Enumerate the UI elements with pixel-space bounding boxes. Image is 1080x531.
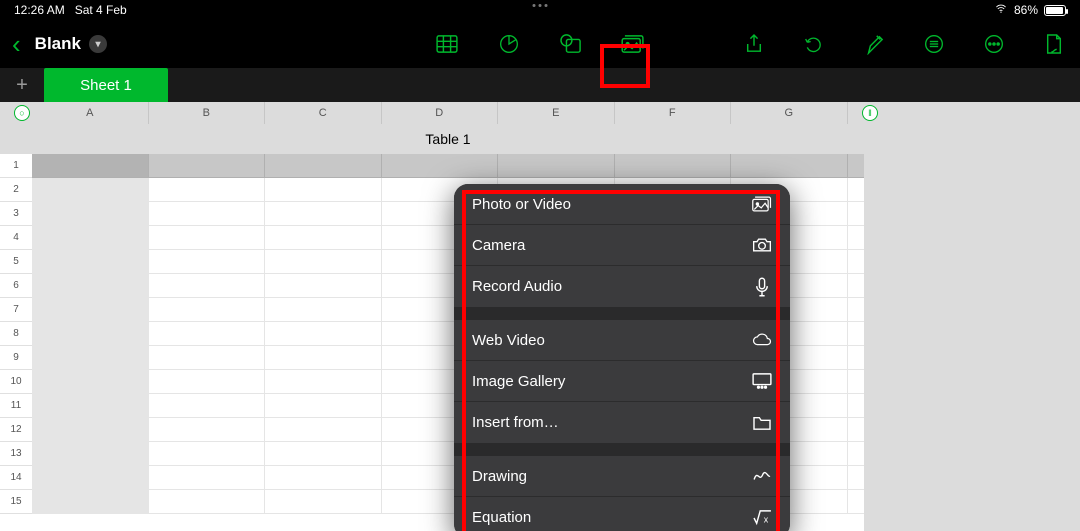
insert-media-popover: Photo or Video Camera Record Audio Web V… xyxy=(454,184,790,531)
popover-camera[interactable]: Camera xyxy=(454,225,790,266)
row-14[interactable]: 14 xyxy=(0,466,32,490)
folder-icon xyxy=(752,413,772,433)
equation-icon: x xyxy=(752,508,772,528)
cloud-icon xyxy=(752,330,772,350)
gallery-icon xyxy=(752,371,772,391)
popover-label: Camera xyxy=(472,237,525,254)
app-toolbar: ‹ Blank ▾ xyxy=(0,20,1080,68)
scribble-icon xyxy=(752,466,772,486)
battery-icon xyxy=(1044,5,1066,16)
photo-icon xyxy=(752,194,772,214)
row-3[interactable]: 3 xyxy=(0,202,32,226)
row-9[interactable]: 9 xyxy=(0,346,32,370)
battery-percent: 86% xyxy=(1014,3,1038,17)
more-icon[interactable] xyxy=(980,30,1008,58)
chevron-down-icon[interactable]: ▾ xyxy=(89,35,107,53)
popover-label: Insert from… xyxy=(472,414,559,431)
popover-label: Equation xyxy=(472,509,531,526)
row-4[interactable]: 4 xyxy=(0,226,32,250)
popover-label: Web Video xyxy=(472,332,545,349)
row-15[interactable]: 15 xyxy=(0,490,32,514)
status-date: Sat 4 Feb xyxy=(75,3,127,17)
column-headers: A B C D E F G xyxy=(0,102,1080,124)
row-8[interactable]: 8 xyxy=(0,322,32,346)
new-sheet-icon[interactable] xyxy=(1040,30,1068,58)
popover-image-gallery[interactable]: Image Gallery xyxy=(454,361,790,402)
col-header-g[interactable]: G xyxy=(731,102,848,124)
row-5[interactable]: 5 xyxy=(0,250,32,274)
table-title[interactable]: Table 1 xyxy=(32,124,864,154)
row-11[interactable]: 11 xyxy=(0,394,32,418)
back-button[interactable]: ‹ xyxy=(12,29,21,60)
insert-shape-icon[interactable] xyxy=(557,30,585,58)
insert-chart-icon[interactable] xyxy=(495,30,523,58)
popover-photo-or-video[interactable]: Photo or Video xyxy=(454,184,790,225)
sheet-tab-1[interactable]: Sheet 1 xyxy=(44,68,168,102)
format-brush-icon[interactable] xyxy=(860,30,888,58)
wifi-icon xyxy=(994,3,1008,17)
popover-label: Photo or Video xyxy=(472,196,571,213)
camera-icon xyxy=(752,235,772,255)
insert-table-icon[interactable] xyxy=(433,30,461,58)
spreadsheet-area: A B C D E F G ○ ‖ Table 1 1 2 3 4 5 6 7 … xyxy=(0,102,1080,531)
row-6[interactable]: 6 xyxy=(0,274,32,298)
col-header-b[interactable]: B xyxy=(149,102,266,124)
status-time: 12:26 AM xyxy=(14,3,65,17)
popover-record-audio[interactable]: Record Audio xyxy=(454,266,790,307)
insert-media-icon[interactable] xyxy=(619,30,647,58)
document-title-text: Blank xyxy=(35,34,81,54)
row-13[interactable]: 13 xyxy=(0,442,32,466)
add-sheet-button[interactable]: + xyxy=(0,68,44,102)
row-7[interactable]: 7 xyxy=(0,298,32,322)
undo-icon[interactable] xyxy=(800,30,828,58)
row-12[interactable]: 12 xyxy=(0,418,32,442)
col-header-c[interactable]: C xyxy=(265,102,382,124)
popover-label: Record Audio xyxy=(472,278,562,295)
table-header-row[interactable] xyxy=(32,154,864,178)
col-header-e[interactable]: E xyxy=(498,102,615,124)
col-header-d[interactable]: D xyxy=(382,102,499,124)
row-number-gutter: 1 2 3 4 5 6 7 8 9 10 11 12 13 14 15 xyxy=(0,154,32,531)
popover-drawing[interactable]: Drawing xyxy=(454,456,790,497)
popover-equation[interactable]: Equation x xyxy=(454,497,790,531)
table-origin-handle[interactable]: ○ xyxy=(14,105,30,121)
svg-text:x: x xyxy=(764,514,769,524)
row-1[interactable]: 1 xyxy=(0,154,32,178)
sheet-tab-bar: + Sheet 1 xyxy=(0,68,1080,102)
popover-insert-from[interactable]: Insert from… xyxy=(454,402,790,443)
add-column-handle[interactable]: ‖ xyxy=(862,105,878,121)
popover-label: Drawing xyxy=(472,468,527,485)
popover-label: Image Gallery xyxy=(472,373,565,390)
popover-web-video[interactable]: Web Video xyxy=(454,320,790,361)
col-header-f[interactable]: F xyxy=(615,102,732,124)
status-bar: 12:26 AM Sat 4 Feb 86% xyxy=(0,0,1080,20)
organize-icon[interactable] xyxy=(920,30,948,58)
row-10[interactable]: 10 xyxy=(0,370,32,394)
microphone-icon xyxy=(752,277,772,297)
row-2[interactable]: 2 xyxy=(0,178,32,202)
document-title[interactable]: Blank ▾ xyxy=(35,34,107,54)
multitask-dots[interactable] xyxy=(533,4,548,7)
col-header-a[interactable]: A xyxy=(32,102,149,124)
share-icon[interactable] xyxy=(740,30,768,58)
